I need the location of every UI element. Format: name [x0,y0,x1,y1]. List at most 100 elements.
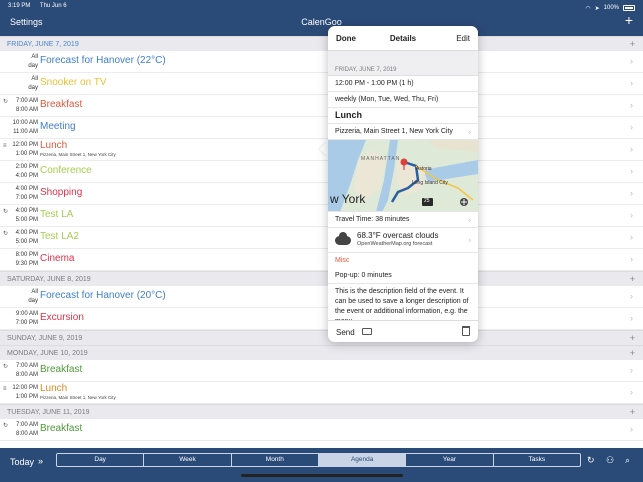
trash-icon[interactable] [462,326,470,336]
folder-icon[interactable] [362,328,372,335]
agenda-event-row[interactable]: 10:00 AM 11:00 AM Meeting › [0,117,643,139]
agenda-event-row[interactable]: ≡ 12:00 PM 1:00 PM Lunch Pizzeria, Main Stre… [0,382,643,404]
event-end: day [28,63,38,69]
travel-time-row[interactable]: Travel Time: 38 minutes › [328,212,478,228]
status-bar: 3:19 PM Thu Jun 6 ◠ ➤ 100% [8,3,635,13]
popover-body[interactable]: FRIDAY, JUNE 7, 2019 12:00 PM - 1:00 PM … [328,51,478,320]
event-title: Lunch [40,383,68,394]
event-start: All [31,76,38,82]
tab-day[interactable]: Day [57,454,145,466]
agenda-event-row[interactable]: 2:00 PM 4:00 PM Conference › [0,161,643,183]
app-title: CalenGoo [301,17,342,27]
event-title: Forecast for Hanover (20°C) [40,290,166,301]
tab-agenda[interactable]: Agenda [318,454,407,466]
agenda-event-row[interactable]: All day Forecast for Hanover (22°C) › [0,51,643,73]
agenda-event-row[interactable]: ↻ 7:00 AM 8:00 AM Breakfast › [0,95,643,117]
event-title: Meeting [40,121,76,132]
event-times: 4:00 PM 7:00 PM [8,185,38,203]
agenda-event-row[interactable]: ↻ 4:00 PM 5:00 PM Test LA › [0,205,643,227]
event-end: 11:00 AM [13,129,38,135]
send-button[interactable]: Send [336,328,355,337]
event-title: Breakfast [40,423,83,434]
agenda-event-row[interactable]: ↻ 7:00 AM 8:00 AM Breakfast › [0,419,643,441]
add-day-event-icon[interactable]: + [630,346,635,360]
event-times: 12:00 PM 1:00 PM [8,141,38,159]
chevron-right-icon: › [630,188,633,198]
event-start: 7:00 AM [15,422,38,428]
wifi-icon: ◠ [585,5,591,12]
event-times: 4:00 PM 5:00 PM [8,207,38,225]
tab-week[interactable]: Week [144,454,232,466]
event-title: Lunch [328,108,478,124]
day-header-label: SATURDAY, JUNE 8, 2019 [7,275,91,283]
event-time: 12:00 PM - 1:00 PM (1 h) [328,76,478,92]
agenda-event-row[interactable]: 8:00 PM 9:30 PM Cinema › [0,249,643,271]
agenda-event-row[interactable]: All day Snooker on TV › [0,73,643,95]
search-icon[interactable]: ⌕ [625,455,630,466]
add-event-button[interactable]: + [625,13,633,27]
chevron-right-icon: › [630,56,633,66]
tab-tasks[interactable]: Tasks [494,454,580,466]
chevron-right-icon: › [630,365,633,375]
chevron-right-icon: › [630,122,633,132]
today-button[interactable]: Today [10,457,34,467]
map-label-manhattan: MANHATTAN [361,156,401,162]
event-times: All day [8,53,38,71]
day-header: SATURDAY, JUNE 8, 2019 + [0,271,643,286]
event-end: 7:00 PM [15,320,38,326]
add-day-event-icon[interactable]: + [630,331,635,345]
event-title: Test LA2 [40,231,79,242]
repeat-icon: ↻ [3,231,9,237]
day-header-label: MONDAY, JUNE 10, 2019 [7,349,88,357]
tab-month[interactable]: Month [232,454,319,466]
event-end: 1:00 PM [15,394,38,400]
map-label-astoria: Astoria [416,166,432,172]
chevron-right-icon: › [630,166,633,176]
agenda-event-row[interactable]: ↻ 7:00 AM 8:00 AM Breakfast › [0,360,643,382]
popover-spacer [328,51,478,64]
chevron-right-icon: › [630,387,633,397]
person-icon[interactable]: ⚇ [606,455,614,466]
agenda-event-row[interactable]: ↻ 4:00 PM 5:00 PM Test LA2 › [0,227,643,249]
refresh-icon[interactable]: ↻ [587,455,595,466]
event-end: 8:00 AM [15,107,38,113]
misc-label: Misc [335,257,350,264]
event-recurrence: weekly (Mon, Tue, Wed, Thu, Fri) [328,92,478,108]
location-icon: ➤ [594,5,600,12]
add-day-event-icon[interactable]: + [630,37,635,51]
agenda-event-row[interactable]: 4:00 PM 7:00 PM Shopping › [0,183,643,205]
event-start: 4:00 PM [15,208,38,214]
event-details-popover: Done Details Edit FRIDAY, JUNE 7, 2019 1… [328,26,478,342]
attachment-icon: ≡ [3,143,7,149]
event-title: Snooker on TV [40,77,107,88]
edit-button[interactable]: Edit [456,34,470,43]
chevron-right-icon: › [630,100,633,110]
event-title: Lunch [40,140,68,151]
day-header-label: TUESDAY, JUNE 11, 2019 [7,408,90,416]
map-label-newyork: w York [330,192,366,206]
day-header-label: SUNDAY, JUNE 9, 2019 [7,334,83,342]
agenda-event-row[interactable]: All day Forecast for Hanover (20°C) › [0,286,643,308]
view-switcher: Day Week Month Agenda Year Tasks [56,453,581,467]
event-times: 2:00 PM 4:00 PM [8,163,38,181]
agenda-event-row[interactable]: 9:00 AM 7:00 PM Excursion › [0,308,643,330]
tab-year[interactable]: Year [406,454,494,466]
location-map[interactable]: MANHATTAN Astoria Long Island City w Yor… [328,140,478,212]
event-start: 7:00 AM [15,98,38,104]
event-location[interactable]: Pizzeria, Main Street 1, New York City › [328,124,478,140]
popover-footer: Send [328,320,478,342]
weather-row[interactable]: 68.3°F overcast clouds OpenWeatherMap.or… [328,228,478,253]
agenda-list[interactable]: FRIDAY, JUNE 7, 2019 + All day Forecast for … [0,36,643,448]
popover-date: FRIDAY, JUNE 7, 2019 [328,64,478,76]
chevron-right-icon: › [630,144,633,154]
event-start: 10:00 AM [12,120,38,126]
event-start: 12:00 PM [12,385,38,391]
event-times: 8:00 PM 9:30 PM [8,251,38,269]
add-day-event-icon[interactable]: + [630,272,635,286]
weather-source: OpenWeatherMap.org forecast [357,241,433,247]
event-title: Conference [40,165,92,176]
add-day-event-icon[interactable]: + [630,405,635,419]
status-date: Thu Jun 6 [39,3,67,9]
forward-button[interactable]: » [38,456,43,466]
chevron-right-icon: › [630,254,633,264]
